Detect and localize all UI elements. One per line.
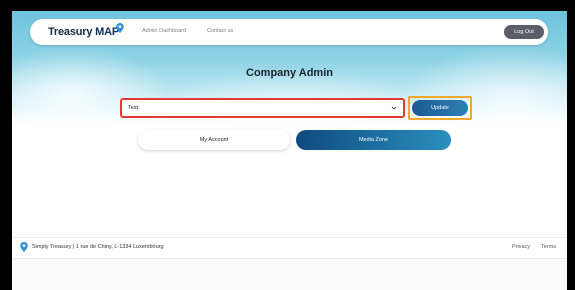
chevron-down-icon: [391, 106, 397, 110]
location-pin-icon: [20, 242, 28, 252]
nav-link-contact-us[interactable]: Contact us: [207, 28, 233, 34]
brand-logo[interactable]: Treasury MAP: [48, 26, 119, 38]
company-select[interactable]: Test: [120, 98, 405, 118]
company-select-value: Test: [128, 105, 139, 111]
nav-link-admin-dashboard[interactable]: Admin Dashboard: [142, 28, 186, 34]
page-title: Company Admin: [246, 67, 333, 79]
tab-media-zone[interactable]: Media Zone: [296, 130, 451, 150]
browser-viewport: Treasury MAP Admin Dashboard Contact us …: [12, 11, 567, 290]
top-navbar: Treasury MAP Admin Dashboard Contact us …: [30, 19, 548, 45]
footer-link-privacy[interactable]: Privacy: [512, 244, 530, 250]
tab-my-account[interactable]: My Account: [138, 130, 290, 150]
logo-text-prefix: Treasury: [48, 26, 96, 38]
logout-button[interactable]: Log Out: [504, 25, 544, 39]
update-button-highlight: Update: [408, 96, 472, 120]
location-pin-icon: [116, 23, 124, 33]
footer-address: Simply Treasury | 1 rue de Chiny, L-1334…: [32, 244, 164, 250]
footer-link-terms[interactable]: Terms: [541, 244, 556, 250]
update-button[interactable]: Update: [412, 100, 468, 116]
footer: Simply Treasury | 1 rue de Chiny, L-1334…: [12, 238, 567, 258]
page-bottom-area: [12, 259, 567, 290]
